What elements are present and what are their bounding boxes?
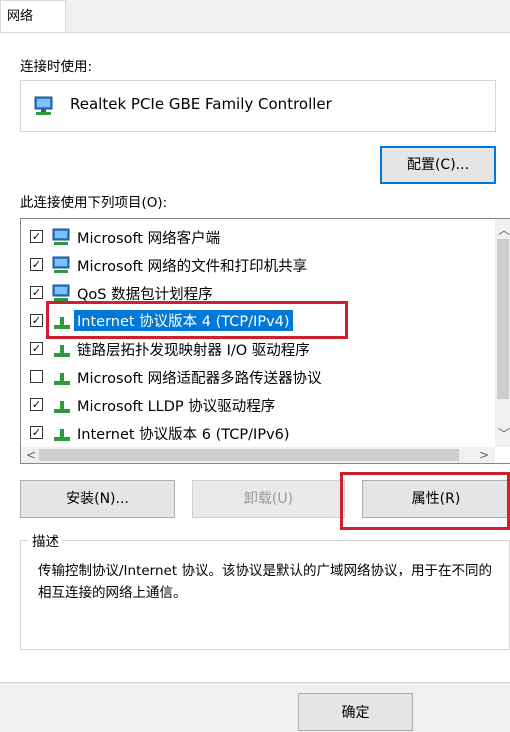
protocol-icon [51,395,73,415]
scroll-right-arrow-icon[interactable]: > [479,448,489,462]
list-item[interactable]: ✓ Microsoft LLDP 协议驱动程序 [21,392,491,418]
network-client-icon [51,227,73,247]
scroll-left-arrow-icon[interactable]: < [26,448,36,462]
network-adapter-icon [32,95,56,121]
checkbox[interactable]: ✓ [30,314,43,327]
uninstall-button[interactable]: 卸载(U) [192,480,345,518]
scroll-up-arrow-icon[interactable]: ︿ [498,221,510,238]
checkbox[interactable]: ✓ [30,398,43,411]
list-item-label: Microsoft LLDP 协议驱动程序 [77,399,276,415]
items-list[interactable]: ✓ Microsoft 网络客户端 ✓ Microsoft 网络的文件和打印机共… [20,218,510,464]
items-label: 此连接使用下列项目(O): [20,195,168,211]
checkbox[interactable]: ✓ [30,258,43,271]
adapter-box: Realtek PCIe GBE Family Controller [20,80,496,132]
tab-network[interactable]: 网络 [0,0,66,33]
file-printer-sharing-icon [51,255,73,275]
description-legend: 描述 [28,530,63,550]
configure-button[interactable]: 配置(C)... [380,146,496,184]
list-item-label: Microsoft 网络客户端 [77,231,221,247]
connect-using-label: 连接时使用: [20,59,93,75]
protocol-icon [51,423,73,443]
checkbox[interactable]: ✓ [30,426,43,439]
list-item-label: Microsoft 网络的文件和打印机共享 [77,259,308,275]
horizontal-scroll-thumb[interactable] [39,449,459,461]
footer-bar [0,682,510,732]
install-button[interactable]: 安装(N)... [20,480,175,518]
tab-strip [0,0,510,33]
protocol-icon [51,339,73,359]
checkbox[interactable]: ✓ [30,286,43,299]
vertical-scroll-thumb[interactable] [497,239,509,399]
ok-button[interactable]: 确定 [298,693,413,731]
highlight-box-ipv4 [46,301,348,339]
list-item[interactable]: Microsoft 网络适配器多路传送器协议 [21,364,491,390]
list-item-label: Internet 协议版本 6 (TCP/IPv6) [77,427,290,443]
description-text: 传输控制协议/Internet 协议。该协议是默认的广域网络协议，用于在不同的相… [38,563,492,601]
protocol-icon [51,367,73,387]
checkbox[interactable]: ✓ [30,230,43,243]
list-item-label: Microsoft 网络适配器多路传送器协议 [77,371,322,387]
checkbox[interactable]: ✓ [30,342,43,355]
qos-scheduler-icon [51,283,73,303]
list-item[interactable]: ✓ Internet 协议版本 6 (TCP/IPv6) [21,420,491,446]
list-item[interactable]: ✓ 链路层拓扑发现映射器 I/O 驱动程序 [21,336,491,362]
checkbox[interactable] [30,370,43,383]
highlight-box-properties [340,472,510,530]
list-item-label: 链路层拓扑发现映射器 I/O 驱动程序 [77,343,310,359]
list-item[interactable]: ✓ Microsoft 网络的文件和打印机共享 [21,252,491,278]
adapter-name: Realtek PCIe GBE Family Controller [70,95,332,113]
list-item[interactable]: ✓ Microsoft 网络客户端 [21,224,491,250]
scroll-down-arrow-icon[interactable]: ﹀ [498,425,510,442]
